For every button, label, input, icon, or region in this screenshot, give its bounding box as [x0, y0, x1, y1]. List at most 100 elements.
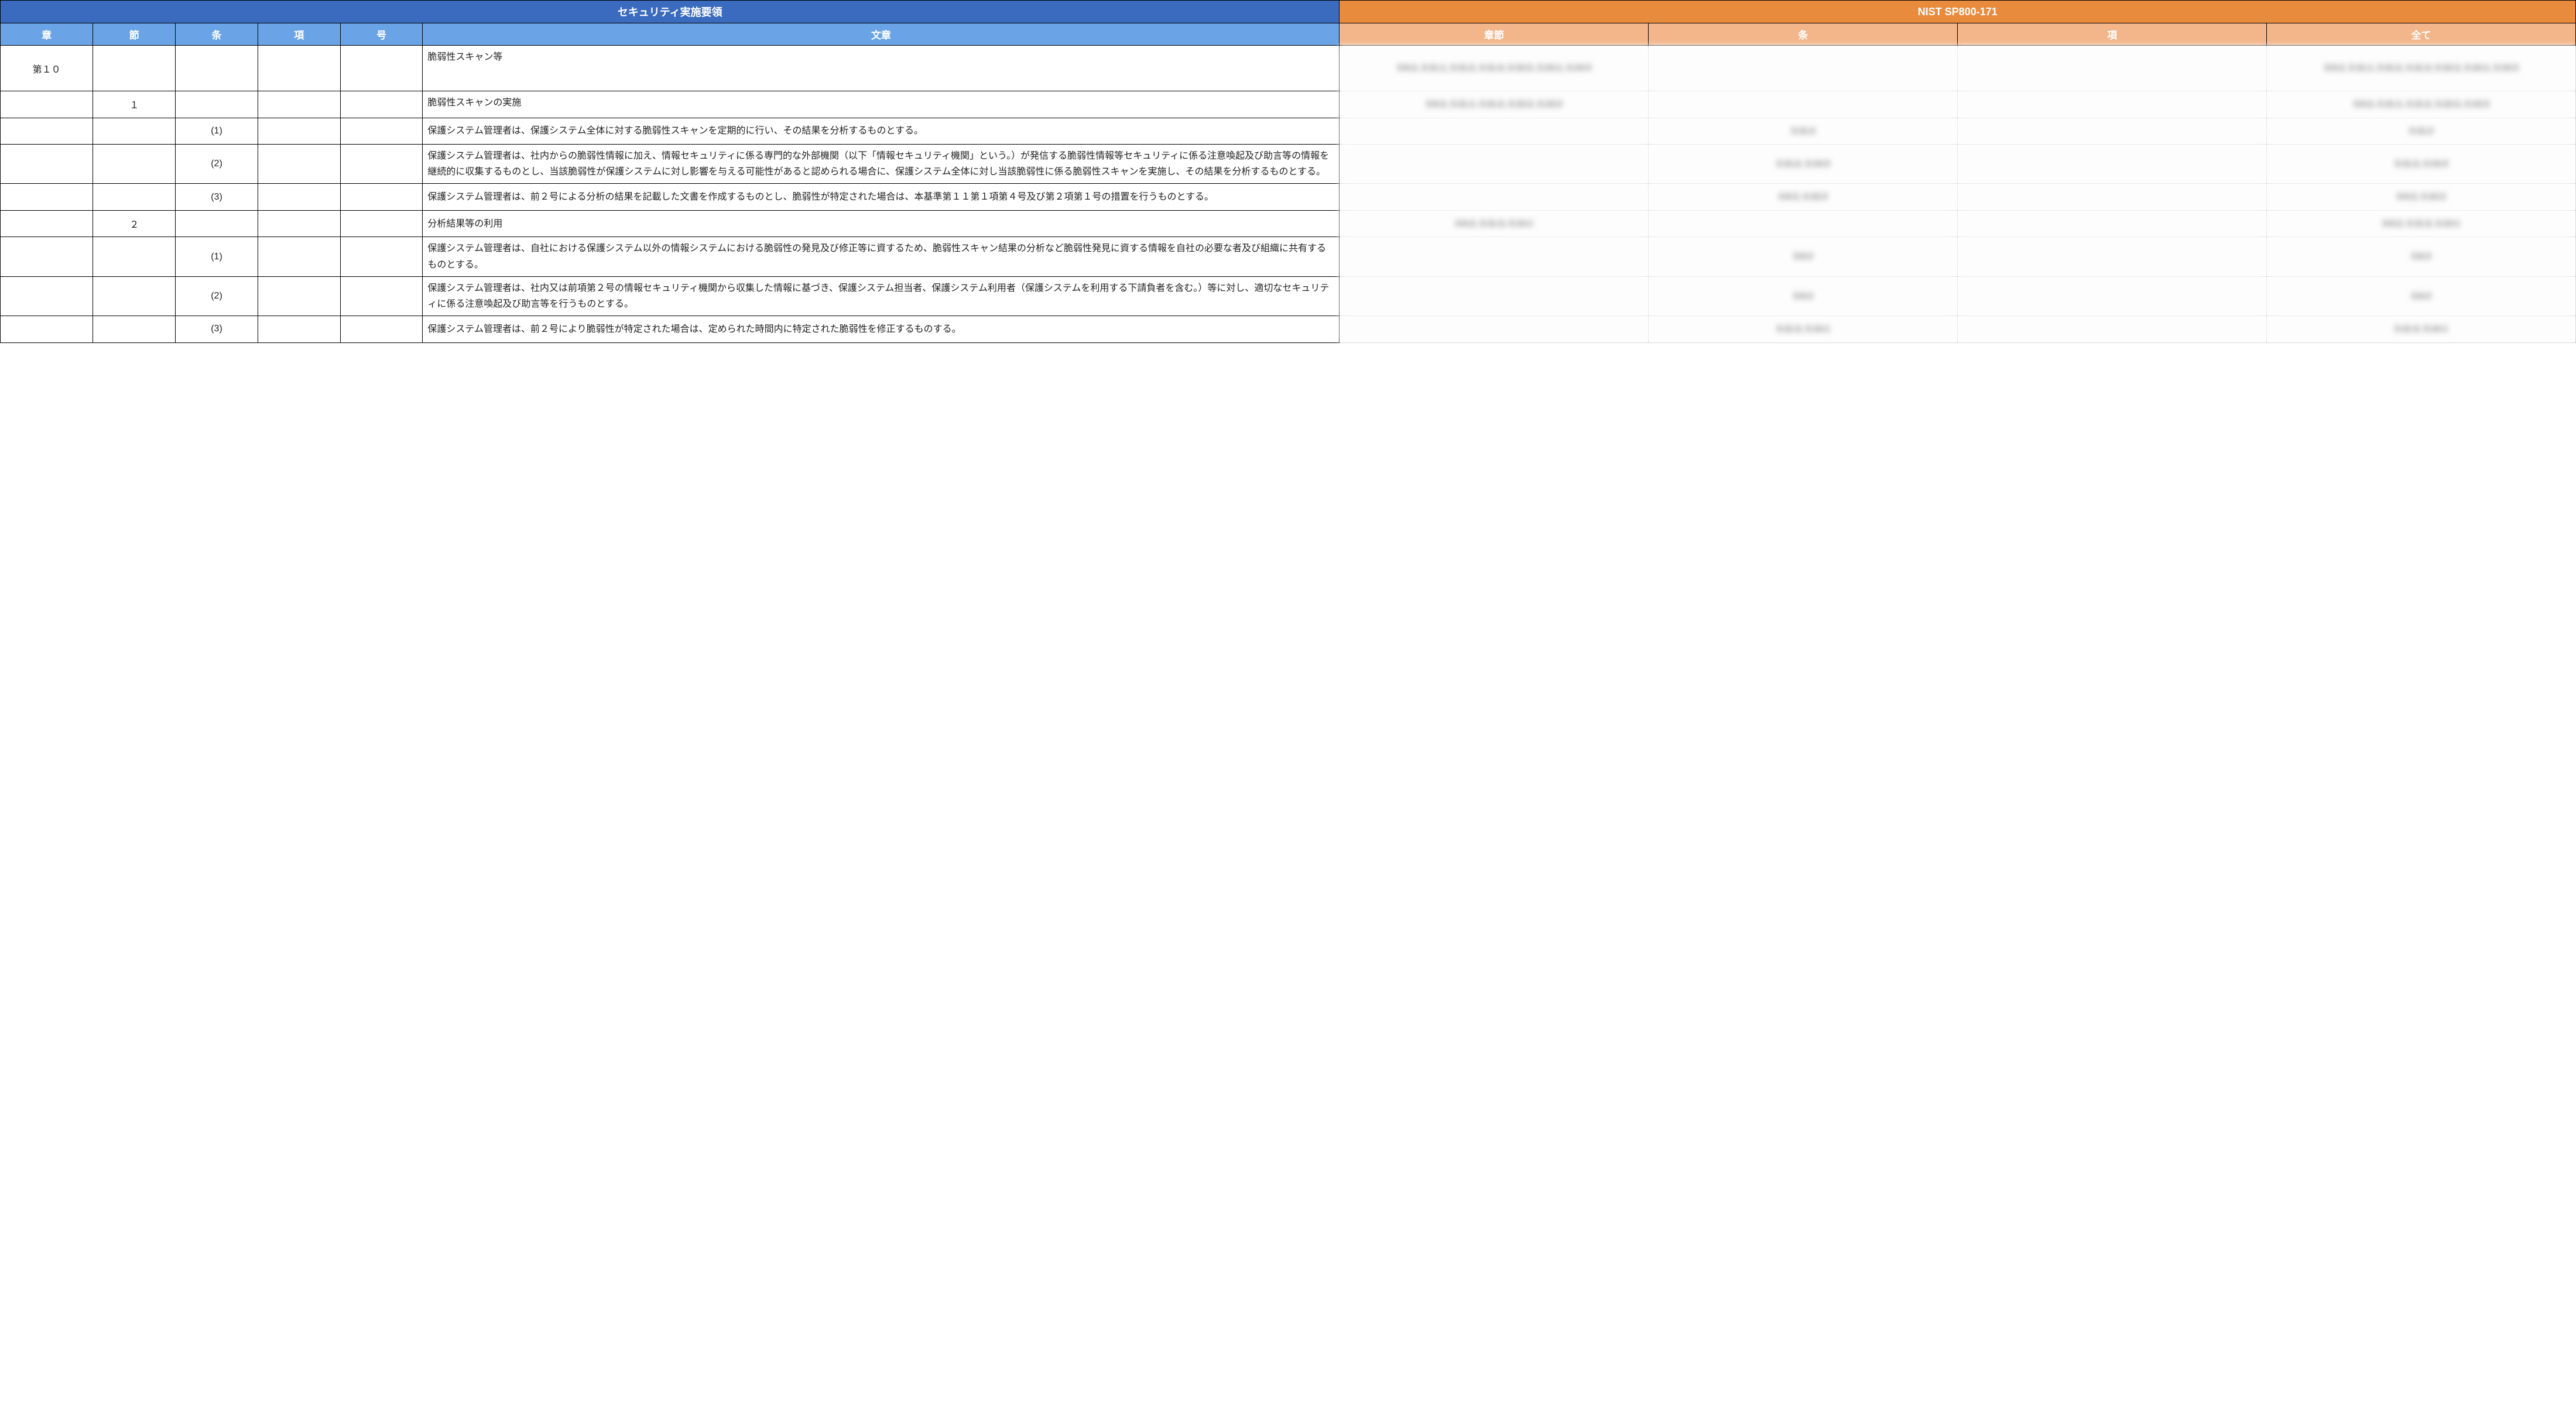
cell-sho: 第１０	[1, 46, 93, 91]
cell-jo: (3)	[176, 316, 258, 343]
cell-gou	[340, 145, 423, 184]
col-kou: 項	[258, 23, 340, 46]
cell-kou	[258, 276, 340, 316]
cell-map-shosetsu	[1340, 276, 1649, 316]
cell-gou	[340, 118, 423, 145]
cell-map-jo: 3.11.2	[1649, 118, 1958, 145]
cell-jo: (2)	[176, 145, 258, 184]
cell-text: 脆弱性スキャンの実施	[423, 91, 1340, 118]
cell-kou	[258, 91, 340, 118]
table-row: 第１０ 脆弱性スキャン等 3.6.2, 3.11.1, 3.11.2, 3.11…	[1, 46, 2576, 91]
cell-map-all: 3.6.2, 3.11.1, 3.11.2, 3.12.2, 3.14.3	[2267, 91, 2576, 118]
cell-sho	[1, 316, 93, 343]
table-body: 第１０ 脆弱性スキャン等 3.6.2, 3.11.1, 3.11.2, 3.11…	[1, 46, 2576, 343]
cell-text: 保護システム管理者は、前２号による分析の結果を記載した文書を作成するものとし、脆…	[423, 184, 1340, 211]
cell-map-jo	[1649, 91, 1958, 118]
cell-map-kou	[1958, 237, 2267, 276]
cell-map-kou	[1958, 118, 2267, 145]
cell-jo	[176, 91, 258, 118]
cell-map-kou	[1958, 91, 2267, 118]
cell-jo: (1)	[176, 237, 258, 276]
cell-map-shosetsu	[1340, 118, 1649, 145]
cell-setsu	[93, 184, 176, 211]
cell-jo	[176, 210, 258, 237]
header-nist-title: NIST SP800-171	[1340, 1, 2576, 23]
cell-map-shosetsu	[1340, 316, 1649, 343]
cell-jo: (3)	[176, 184, 258, 211]
cell-gou	[340, 210, 423, 237]
table-row: (1) 保護システム管理者は、自社における保護システム以外の情報システムにおける…	[1, 237, 2576, 276]
cell-kou	[258, 118, 340, 145]
cell-text: 保護システム管理者は、社内又は前項第２号の情報セキュリティ機関から収集した情報に…	[423, 276, 1340, 316]
table-row: (1) 保護システム管理者は、保護システム全体に対する脆弱性スキャンを定期的に行…	[1, 118, 2576, 145]
cell-text: 分析結果等の利用	[423, 210, 1340, 237]
cell-kou	[258, 316, 340, 343]
col-text: 文章	[423, 23, 1340, 46]
cell-gou	[340, 46, 423, 91]
table-row: ２ 分析結果等の利用 3.6.2, 3.11.3, 3.14.1 3.6.2, …	[1, 210, 2576, 237]
cell-map-shosetsu: 3.6.2, 3.11.3, 3.14.1	[1340, 210, 1649, 237]
cell-map-shosetsu: 3.6.2, 3.11.1, 3.11.2, 3.11.3, 3.12.2, 3…	[1340, 46, 1649, 91]
cell-sho	[1, 276, 93, 316]
cell-text: 保護システム管理者は、自社における保護システム以外の情報システムにおける脆弱性の…	[423, 237, 1340, 276]
cell-gou	[340, 91, 423, 118]
cell-map-all: 3.6.2, 3.12.2	[2267, 184, 2576, 211]
cell-jo	[176, 46, 258, 91]
col-map-shosetsu: 章節	[1340, 23, 1649, 46]
cell-map-shosetsu	[1340, 237, 1649, 276]
header-security-title: セキュリティ実施要領	[1, 1, 1340, 23]
col-map-jo: 条	[1649, 23, 1958, 46]
cell-map-all: 3.6.2	[2267, 276, 2576, 316]
document-root: セキュリティ実施要領 NIST SP800-171 章 節 条 項 号 文章 章…	[0, 0, 2576, 343]
col-sho: 章	[1, 23, 93, 46]
cell-text: 脆弱性スキャン等	[423, 46, 1340, 91]
col-gou: 号	[340, 23, 423, 46]
cell-map-shosetsu: 3.6.2, 3.11.1, 3.11.2, 3.12.2, 3.14.3	[1340, 91, 1649, 118]
cell-setsu	[93, 145, 176, 184]
cell-map-jo: 3.6.2, 3.12.2	[1649, 184, 1958, 211]
cell-map-jo: 3.11.3, 3.14.1	[1649, 316, 1958, 343]
cell-map-shosetsu	[1340, 184, 1649, 211]
col-jo: 条	[176, 23, 258, 46]
cell-sho	[1, 91, 93, 118]
cell-setsu	[93, 316, 176, 343]
cell-kou	[258, 184, 340, 211]
table-row: (2) 保護システム管理者は、社内又は前項第２号の情報セキュリティ機関から収集し…	[1, 276, 2576, 316]
cell-kou	[258, 237, 340, 276]
cell-setsu: ２	[93, 210, 176, 237]
cell-map-jo: 3.6.2	[1649, 276, 1958, 316]
cell-sho	[1, 145, 93, 184]
cell-map-all: 3.11.3, 3.14.1	[2267, 316, 2576, 343]
cell-kou	[258, 46, 340, 91]
cell-sho	[1, 118, 93, 145]
cell-setsu	[93, 237, 176, 276]
cell-text: 保護システム管理者は、保護システム全体に対する脆弱性スキャンを定期的に行い、その…	[423, 118, 1340, 145]
cell-map-jo	[1649, 210, 1958, 237]
cell-sho	[1, 210, 93, 237]
cell-gou	[340, 276, 423, 316]
cell-map-all: 3.6.2, 3.11.1, 3.11.2, 3.11.3, 3.12.2, 3…	[2267, 46, 2576, 91]
col-map-all: 全て	[2267, 23, 2576, 46]
cell-setsu	[93, 276, 176, 316]
cell-map-all: 3.11.2, 3.14.3	[2267, 145, 2576, 184]
table-row: (3) 保護システム管理者は、前２号により脆弱性が特定された場合は、定められた時…	[1, 316, 2576, 343]
table-row: １ 脆弱性スキャンの実施 3.6.2, 3.11.1, 3.11.2, 3.12…	[1, 91, 2576, 118]
cell-map-jo: 3.11.2, 3.14.3	[1649, 145, 1958, 184]
cell-map-kou	[1958, 276, 2267, 316]
cell-gou	[340, 237, 423, 276]
cell-gou	[340, 316, 423, 343]
cell-map-all: 3.11.2	[2267, 118, 2576, 145]
cell-map-all: 3.6.2, 3.11.3, 3.14.1	[2267, 210, 2576, 237]
cell-map-jo: 3.6.2	[1649, 237, 1958, 276]
table-row: (2) 保護システム管理者は、社内からの脆弱性情報に加え、情報セキュリティに係る…	[1, 145, 2576, 184]
cell-setsu	[93, 118, 176, 145]
cell-setsu: １	[93, 91, 176, 118]
cell-gou	[340, 184, 423, 211]
cell-sho	[1, 237, 93, 276]
cell-map-kou	[1958, 46, 2267, 91]
col-map-kou: 項	[1958, 23, 2267, 46]
cell-text: 保護システム管理者は、前２号により脆弱性が特定された場合は、定められた時間内に特…	[423, 316, 1340, 343]
cell-setsu	[93, 46, 176, 91]
compliance-mapping-table: セキュリティ実施要領 NIST SP800-171 章 節 条 項 号 文章 章…	[0, 0, 2576, 343]
cell-kou	[258, 145, 340, 184]
